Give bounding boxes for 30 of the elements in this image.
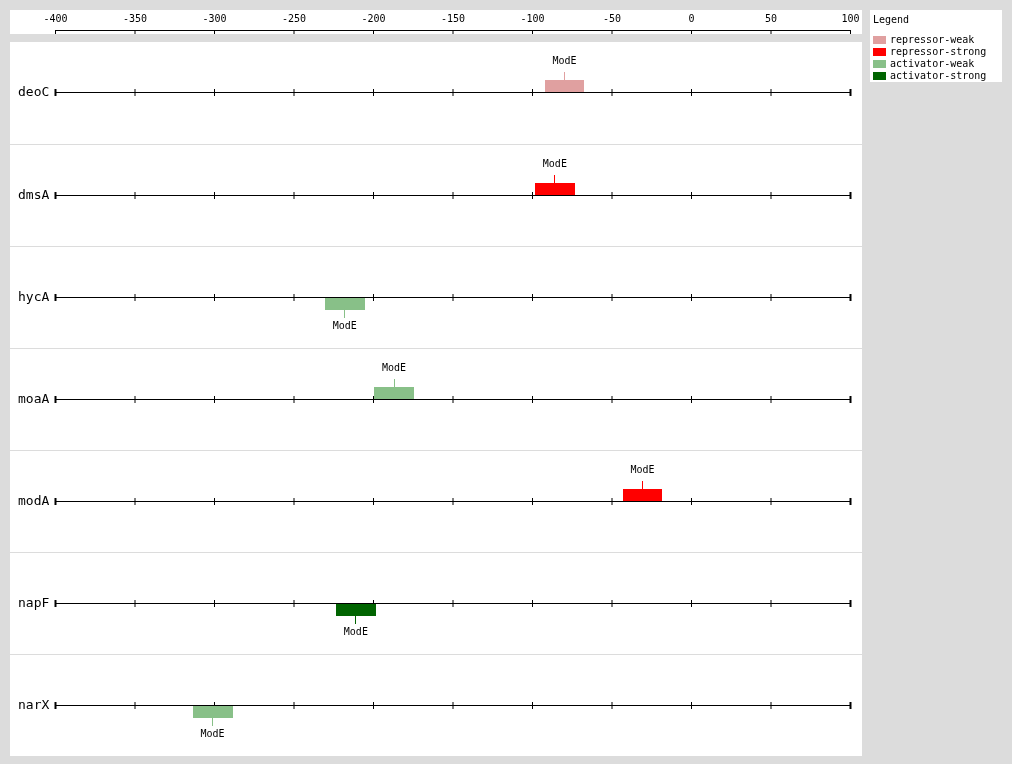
ruler-tick-label: -350 [121, 13, 149, 25]
gene-label: narX [17, 697, 51, 713]
site-label: ModE [342, 626, 369, 638]
site-label: ModE [551, 55, 578, 67]
site-label: ModE [331, 320, 358, 332]
gene-label: napF [17, 595, 51, 611]
gene-label: deoC [17, 84, 51, 100]
gene-label: hycA [17, 289, 51, 305]
legend-label: repressor-weak [890, 34, 975, 46]
ruler-tick-label: -100 [519, 13, 546, 25]
ruler-tick-label: 100 [840, 13, 861, 25]
ruler-tick-label: 50 [763, 13, 778, 25]
ruler-tick-label: -150 [439, 13, 467, 25]
legend-label: activator-weak [890, 58, 975, 70]
legend-label: repressor-strong [890, 46, 987, 58]
ruler-tick-label: -300 [201, 13, 228, 25]
gene-label: moaA [17, 391, 51, 407]
site-label: ModE [199, 728, 226, 740]
ruler-tick-label: 0 [687, 13, 696, 25]
ruler-tick-label: -200 [360, 13, 387, 25]
site-label: ModE [381, 362, 408, 374]
ruler-tick-label: -250 [280, 13, 308, 25]
legend-label: activator-strong [890, 70, 987, 82]
legend-title: Legend [873, 14, 911, 26]
site-label: ModE [541, 158, 568, 170]
site-label: ModE [629, 464, 656, 476]
gene-label: modA [17, 493, 51, 509]
gene-label: dmsA [17, 187, 51, 203]
ruler-tick-label: -400 [42, 13, 69, 25]
ruler-tick-label: -50 [601, 13, 623, 25]
